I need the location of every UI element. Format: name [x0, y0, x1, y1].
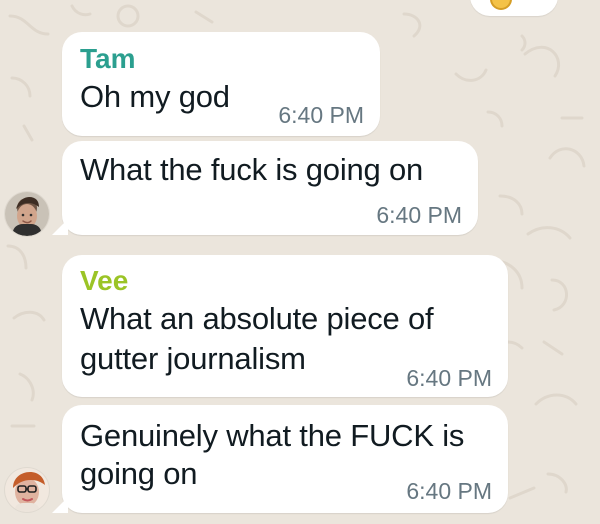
message-time: 6:40 PM	[406, 365, 492, 391]
message-time: 6:40 PM	[278, 102, 364, 128]
avatar[interactable]	[5, 468, 49, 512]
message-bubble[interactable]: What the fuck is going on 6:40 PM	[52, 141, 478, 235]
message-text-line: Oh my god	[80, 79, 230, 114]
avatar-image	[5, 192, 49, 236]
sender-name: Vee	[80, 265, 129, 296]
message-bubble[interactable]: Tam Oh my god 6:40 PM	[62, 32, 380, 136]
message-time: 6:40 PM	[406, 478, 492, 504]
emoji-reaction-icon	[490, 0, 512, 10]
reaction-chip[interactable]	[470, 0, 558, 16]
message-text-line: going on	[80, 456, 198, 491]
message-text-line: What an absolute piece of	[80, 301, 434, 336]
message-bubble[interactable]: Genuinely what the FUCK is going on 6:40…	[52, 405, 508, 513]
sender-name: Tam	[80, 43, 136, 74]
message-bubble[interactable]: Vee What an absolute piece of gutter jou…	[62, 255, 508, 397]
message-text-line: Genuinely what the FUCK is	[80, 418, 465, 453]
message-time: 6:40 PM	[376, 202, 462, 228]
message-text-line: What the fuck is going on	[80, 152, 424, 187]
avatar-image	[5, 468, 49, 512]
avatar[interactable]	[5, 192, 49, 236]
message-text-line: gutter journalism	[80, 341, 306, 376]
